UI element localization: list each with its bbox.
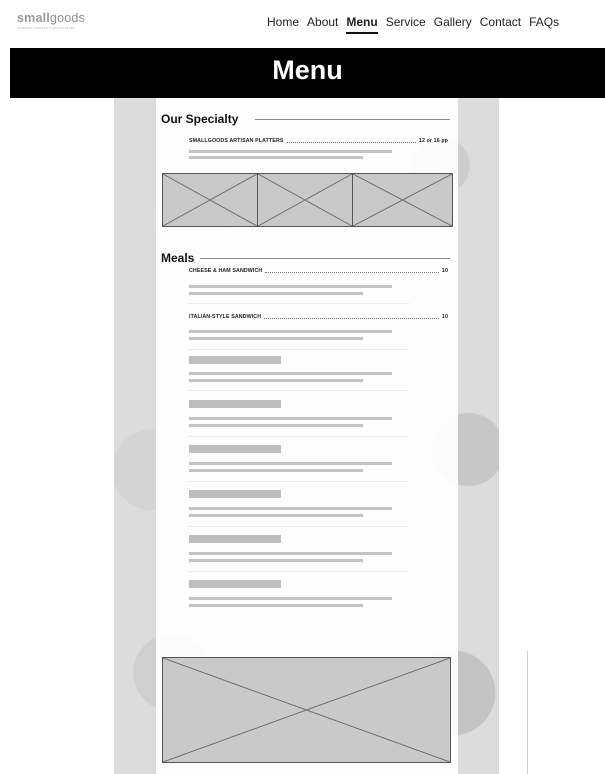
divider [189, 390, 409, 391]
nav-about[interactable]: About [307, 15, 338, 29]
description-placeholder-line [189, 379, 363, 382]
main-nav: Home About Menu Service Gallery Contact … [267, 15, 559, 34]
meal-title-placeholder [189, 535, 281, 543]
description-placeholder-line [189, 552, 392, 555]
image-placeholder [257, 173, 353, 227]
description-placeholder-line [189, 462, 392, 465]
specialty-item: SMALLGOODS ARTISAN PLATTERS 12 or 16 pp [189, 138, 448, 144]
meal-title-placeholder [189, 580, 281, 588]
divider [189, 481, 409, 482]
leader-dots [286, 141, 416, 143]
leader-dots [265, 271, 439, 273]
image-placeholder [162, 173, 258, 227]
meals-rule [200, 258, 450, 259]
description-placeholder-line [189, 507, 392, 510]
top-bar: smallgoods CATERING CATERED & DELICATESS… [0, 0, 605, 44]
logo[interactable]: smallgoods [17, 11, 85, 25]
description-placeholder-line [189, 424, 363, 427]
meal-title-placeholder [189, 445, 281, 453]
meal-title-placeholder [189, 356, 281, 364]
logo-rest: goods [49, 11, 86, 25]
logo-tagline: CATERING CATERED & DELICATESSEN [17, 27, 76, 30]
meal-title-placeholder [189, 490, 281, 498]
nav-faqs[interactable]: FAQs [529, 15, 559, 29]
large-image-placeholder [162, 657, 451, 763]
page-banner: Menu [10, 48, 605, 98]
specialty-item-name: SMALLGOODS ARTISAN PLATTERS [189, 138, 284, 144]
divider [189, 436, 409, 437]
nav-gallery[interactable]: Gallery [434, 15, 472, 29]
description-placeholder-line [189, 597, 392, 600]
nav-contact[interactable]: Contact [480, 15, 521, 29]
logo-bold: small [17, 11, 50, 25]
meal-item-price: 10 [441, 314, 448, 320]
description-placeholder-line [189, 559, 363, 562]
description-placeholder-line [189, 292, 363, 295]
description-placeholder-line [189, 514, 363, 517]
description-placeholder-line [189, 469, 363, 472]
specialty-rule [255, 119, 450, 120]
meal-item-name: ITALIAN-STYLE SANDWICH [189, 314, 262, 320]
description-placeholder-line [189, 285, 392, 288]
divider [189, 571, 409, 572]
nav-service[interactable]: Service [386, 15, 426, 29]
meal-item-price: 10 [441, 268, 448, 274]
specialty-heading: Our Specialty [161, 112, 239, 126]
description-placeholder-line [189, 604, 363, 607]
scroll-edge [527, 651, 528, 774]
page-title: Menu [272, 55, 343, 85]
meal-item: CHEESE & HAM SANDWICH 10 [189, 268, 448, 274]
description-placeholder-line [189, 330, 392, 333]
nav-home[interactable]: Home [267, 15, 299, 29]
divider [189, 349, 409, 350]
leader-dots [264, 317, 439, 319]
specialty-item-price: 12 or 16 pp [418, 138, 448, 144]
meal-title-placeholder [189, 400, 281, 408]
description-placeholder-line [189, 337, 363, 340]
description-placeholder-line [189, 372, 392, 375]
meal-item-name: CHEESE & HAM SANDWICH [189, 268, 263, 274]
description-placeholder-line [189, 150, 392, 153]
divider [189, 526, 409, 527]
meal-item: ITALIAN-STYLE SANDWICH 10 [189, 314, 448, 320]
image-placeholder [352, 173, 453, 227]
divider [189, 303, 409, 304]
meals-heading: Meals [161, 251, 195, 265]
nav-menu[interactable]: Menu [346, 15, 379, 34]
description-placeholder-line [189, 417, 392, 420]
description-placeholder-line [189, 156, 363, 159]
